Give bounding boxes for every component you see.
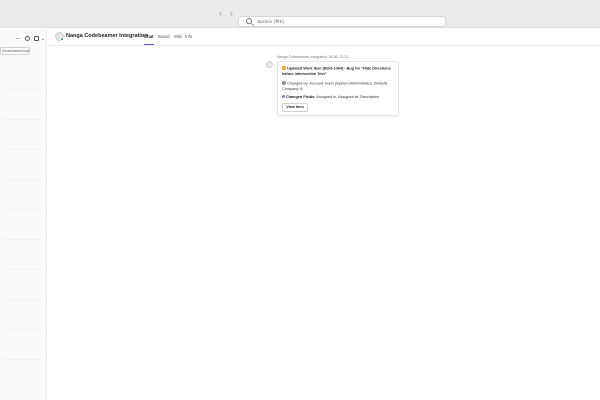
tab-wiki[interactable]: Wiki: [174, 33, 182, 40]
list-item[interactable]: [3, 359, 41, 360]
person-icon: [282, 81, 286, 85]
filter-chip[interactable]: Geschlossen/Vorgelesen: [0, 47, 30, 55]
presence-icon: [60, 37, 64, 41]
title-bar: ‹ › Suchen (⌘E): [0, 0, 600, 28]
chat-sidebar: – ⌄ Geschlossen/Vorgelesen: [0, 29, 47, 400]
chevron-down-icon[interactable]: ⌄: [41, 35, 45, 43]
list-item[interactable]: [3, 179, 41, 180]
search-input[interactable]: Suchen (⌘E): [238, 16, 446, 27]
changed-fields-value: Assigned to, Assigned at, Description: [316, 95, 380, 99]
chevron-left-icon[interactable]: ‹: [219, 8, 222, 18]
changed-fields-label: Changed Fields:: [286, 95, 316, 99]
tab-chat[interactable]: Chat: [144, 33, 154, 45]
pencil-icon: [282, 66, 286, 70]
collapse-icon[interactable]: –: [16, 35, 19, 43]
page-title: Nanga Codebeamer Integration: [66, 33, 148, 39]
view-item-button[interactable]: View Item: [282, 103, 308, 112]
list-item[interactable]: [3, 299, 41, 300]
message-meta: Nanga Codebeamer Integration 16:36, 13.0…: [277, 55, 349, 60]
message-sender: Nanga Codebeamer Integration: [277, 55, 328, 59]
list-item[interactable]: [3, 329, 41, 330]
card-title-text: Updated Work Item [BUG-1064] - Bug for "…: [282, 66, 391, 76]
changed-by-text: Changed by: Account: bond (System Admini…: [282, 81, 388, 91]
list-item[interactable]: [3, 239, 41, 240]
list-item[interactable]: [3, 89, 41, 90]
tab-board[interactable]: Board: [158, 33, 169, 40]
changed-fields: Changed Fields: Assigned to, Assigned at…: [282, 95, 398, 100]
list-item[interactable]: [3, 269, 41, 270]
chat-header: Nanga Codebeamer Integration Chat Board …: [48, 29, 600, 46]
bullet-icon: [282, 95, 285, 98]
message-time: 16:36, 13.01.: [328, 55, 350, 59]
chevron-right-icon[interactable]: ›: [230, 8, 233, 18]
list-item[interactable]: [3, 149, 41, 150]
tab-info[interactable]: Info: [185, 33, 192, 40]
list-item[interactable]: [3, 119, 41, 120]
search-placeholder: Suchen (⌘E): [257, 19, 285, 24]
list-item[interactable]: [3, 209, 41, 210]
sender-avatar[interactable]: [266, 61, 273, 68]
app-avatar: [55, 32, 64, 41]
sidebar-toolbar: – ⌄: [14, 35, 47, 43]
work-item-card: Updated Work Item [BUG-1064] - Bug for "…: [277, 61, 399, 116]
search-icon[interactable]: [25, 36, 30, 41]
presence-icon: [270, 65, 273, 68]
compose-icon[interactable]: [34, 36, 39, 41]
changed-by: Changed by: Account: bond (System Admini…: [282, 81, 396, 92]
card-title: Updated Work Item [BUG-1064] - Bug for "…: [282, 66, 396, 77]
search-icon: [246, 18, 252, 24]
